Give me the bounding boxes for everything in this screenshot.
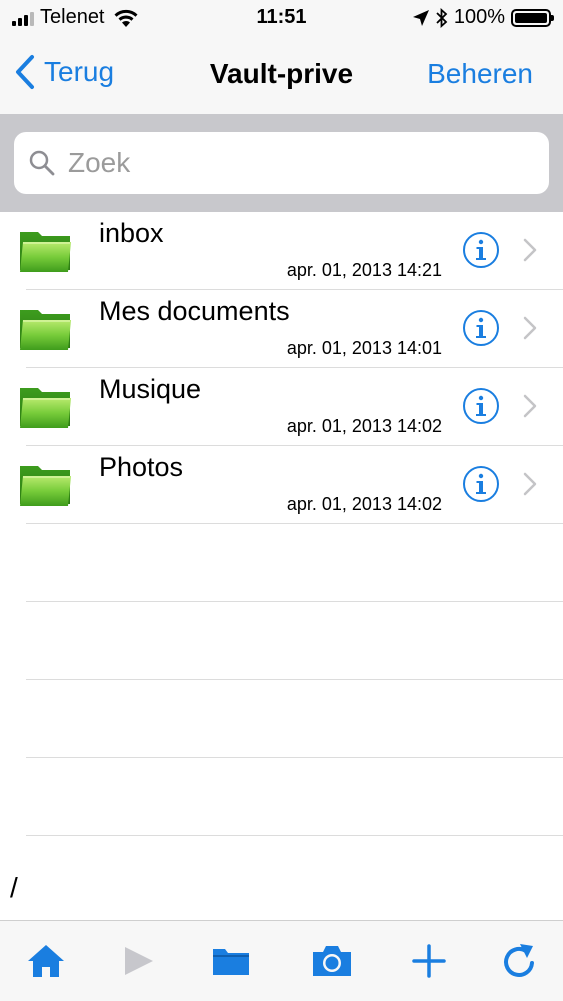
file-row[interactable]: Mes documents apr. 01, 2013 14:01 (20, 290, 563, 368)
folder-icon[interactable] (211, 941, 251, 981)
file-date: apr. 01, 2013 14:21 (286, 260, 442, 280)
camera-icon[interactable] (309, 941, 355, 981)
manage-button[interactable]: Beheren (427, 58, 533, 90)
search-area (0, 114, 563, 212)
folder-icon (20, 310, 71, 350)
battery-fill (515, 12, 547, 23)
info-icon[interactable] (462, 231, 500, 269)
file-row[interactable]: Musique apr. 01, 2013 14:02 (20, 368, 563, 446)
battery-percentage: 100% (453, 6, 505, 28)
folder-icon (20, 466, 71, 506)
search-icon (29, 150, 55, 176)
file-name: inbox (99, 218, 164, 248)
chevron-right-icon (523, 394, 537, 418)
battery-icon (511, 8, 554, 27)
info-icon[interactable] (462, 465, 500, 503)
info-icon[interactable] (462, 387, 500, 425)
empty-row (26, 524, 563, 602)
empty-row (26, 758, 563, 836)
location-arrow-icon (412, 9, 429, 26)
empty-row (26, 680, 563, 758)
status-right: 100% (412, 6, 554, 29)
file-name: Musique (99, 374, 202, 404)
home-icon[interactable] (26, 941, 66, 981)
file-list: inbox apr. 01, 2013 14:21 Mes documents … (0, 212, 563, 836)
search-input[interactable] (66, 146, 530, 180)
bottom-toolbar (0, 920, 563, 1001)
file-date: apr. 01, 2013 14:02 (286, 416, 442, 436)
file-name: Mes documents (99, 296, 290, 326)
file-row[interactable]: inbox apr. 01, 2013 14:21 (20, 212, 563, 290)
empty-row (26, 602, 563, 680)
chevron-right-icon (523, 472, 537, 496)
current-path: / (10, 872, 18, 903)
folder-icon (20, 232, 71, 272)
chevron-right-icon (523, 316, 537, 340)
play-icon[interactable] (118, 941, 158, 981)
file-name: Photos (99, 452, 184, 482)
folder-icon (20, 388, 71, 428)
plus-icon[interactable] (409, 941, 449, 981)
info-icon[interactable] (462, 309, 500, 347)
refresh-icon[interactable] (499, 941, 539, 981)
file-date: apr. 01, 2013 14:02 (286, 494, 442, 514)
bluetooth-icon (436, 7, 448, 28)
search-box[interactable] (14, 132, 549, 194)
status-bar: Telenet 11:51 100% (0, 0, 563, 38)
file-date: apr. 01, 2013 14:01 (286, 338, 442, 358)
navigation-bar: Terug Vault-prive Beheren (0, 38, 563, 115)
chevron-right-icon (523, 238, 537, 262)
file-row[interactable]: Photos apr. 01, 2013 14:02 (20, 446, 563, 524)
